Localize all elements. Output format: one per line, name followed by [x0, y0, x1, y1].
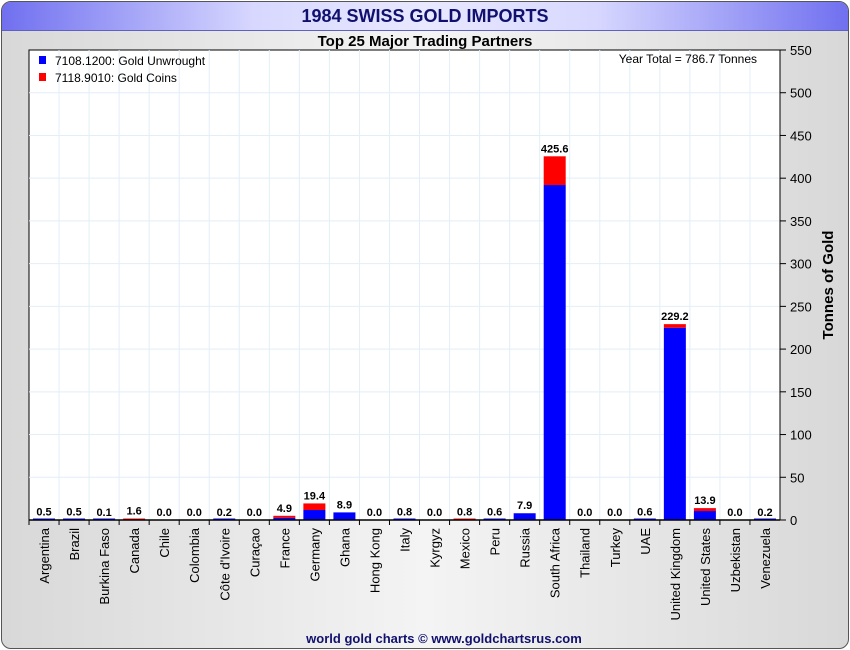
x-tick-label: United Kingdom	[668, 528, 683, 621]
x-tick-label: United States	[698, 528, 713, 607]
x-tick-label: Hong Kong	[367, 528, 382, 593]
data-label: 19.4	[304, 490, 326, 502]
x-tick-label: Curaçao	[247, 528, 262, 577]
x-tick-label: Chile	[157, 528, 172, 558]
bar-unwrought	[543, 185, 566, 520]
bar-unwrought	[303, 510, 326, 520]
y-tick-label: 500	[790, 86, 812, 101]
y-tick-label: 350	[790, 214, 812, 229]
data-label: 229.2	[661, 311, 689, 323]
data-label: 8.9	[337, 499, 352, 511]
x-tick-label: Turkey	[608, 528, 623, 568]
x-tick-label: UAE	[638, 528, 653, 555]
y-tick-label: 450	[790, 128, 812, 143]
bar-coins	[543, 156, 566, 186]
x-tick-label: Brazil	[67, 528, 82, 561]
data-label: 7.9	[517, 500, 532, 512]
bar-coins	[273, 515, 296, 518]
x-tick-label: Thailand	[578, 528, 593, 578]
y-tick-label: 0	[790, 513, 797, 528]
x-tick-label: Côte d'Ivoire	[217, 528, 232, 601]
bar-coins	[663, 324, 686, 328]
bar-unwrought	[693, 511, 716, 520]
data-label: 0.5	[36, 507, 51, 519]
bar-coins	[303, 503, 326, 511]
data-label: 0.0	[577, 507, 592, 519]
data-label: 0.5	[66, 507, 81, 519]
x-tick-label: Russia	[518, 527, 533, 568]
x-tick-label: Italy	[398, 528, 413, 552]
data-label: 0.0	[187, 507, 202, 519]
y-tick-label: 200	[790, 342, 812, 357]
x-tick-label: Germany	[307, 528, 322, 582]
data-label: 0.0	[157, 507, 172, 519]
data-label: 0.0	[607, 507, 622, 519]
legend-label-coins: 7118.9010: Gold Coins	[55, 71, 177, 85]
data-label: 0.2	[757, 507, 772, 519]
data-label: 0.2	[217, 507, 232, 519]
bar-unwrought	[663, 327, 686, 520]
x-tick-label: France	[277, 528, 292, 568]
y-tick-label: 550	[790, 43, 812, 58]
footer-credit: world gold charts © www.goldchartsrus.co…	[305, 631, 582, 646]
data-label: 13.9	[694, 495, 715, 507]
x-tick-label: Burkina Faso	[97, 528, 112, 605]
data-label: 0.0	[727, 507, 742, 519]
data-label: 4.9	[277, 503, 292, 515]
data-label: 0.0	[427, 507, 442, 519]
y-tick-label: 50	[790, 470, 804, 485]
data-label: 0.0	[367, 507, 382, 519]
data-label: 1.6	[126, 506, 141, 518]
legend-label-unwrought: 7108.1200: Gold Unwrought	[55, 54, 206, 68]
bar-unwrought	[513, 513, 536, 520]
legend-swatch-coins	[39, 73, 46, 81]
data-label: 0.1	[96, 507, 111, 519]
data-label: 0.6	[637, 506, 652, 518]
bar-unwrought	[333, 512, 356, 520]
x-tick-label: Colombia	[187, 527, 202, 583]
x-tick-label: Mexico	[458, 528, 473, 569]
y-tick-label: 300	[790, 257, 812, 272]
y-tick-label: 100	[790, 428, 812, 443]
x-tick-label: Uzbekistan	[728, 528, 743, 592]
x-tick-label: Peru	[488, 528, 503, 555]
x-tick-label: Ghana	[337, 527, 352, 567]
y-tick-label: 150	[790, 385, 812, 400]
chart-svg: Top 25 Major Trading Partners 0.5 0.5 0.1 1…	[28, 33, 837, 646]
x-tick-label: Venezuela	[758, 527, 773, 588]
data-label: 0.6	[487, 506, 502, 518]
year-total-annotation: Year Total = 786.7 Tonnes	[619, 52, 757, 66]
x-tick-label: South Africa	[548, 527, 563, 598]
x-tick-label: Kyrgyz	[428, 528, 443, 568]
x-tick-label: Argentina	[37, 527, 52, 583]
bar-coins	[693, 508, 716, 512]
y-tick-label: 250	[790, 299, 812, 314]
data-label: 0.8	[457, 506, 472, 518]
data-label: 0.8	[397, 506, 412, 518]
y-axis-title: Tonnes of Gold	[820, 231, 837, 340]
y-tick-label: 400	[790, 171, 812, 186]
data-label: 425.6	[541, 143, 569, 155]
chart-subtitle: Top 25 Major Trading Partners	[318, 33, 533, 50]
data-label: 0.0	[247, 507, 262, 519]
legend-swatch-unwrought	[39, 56, 46, 64]
x-tick-label: Canada	[127, 527, 142, 573]
